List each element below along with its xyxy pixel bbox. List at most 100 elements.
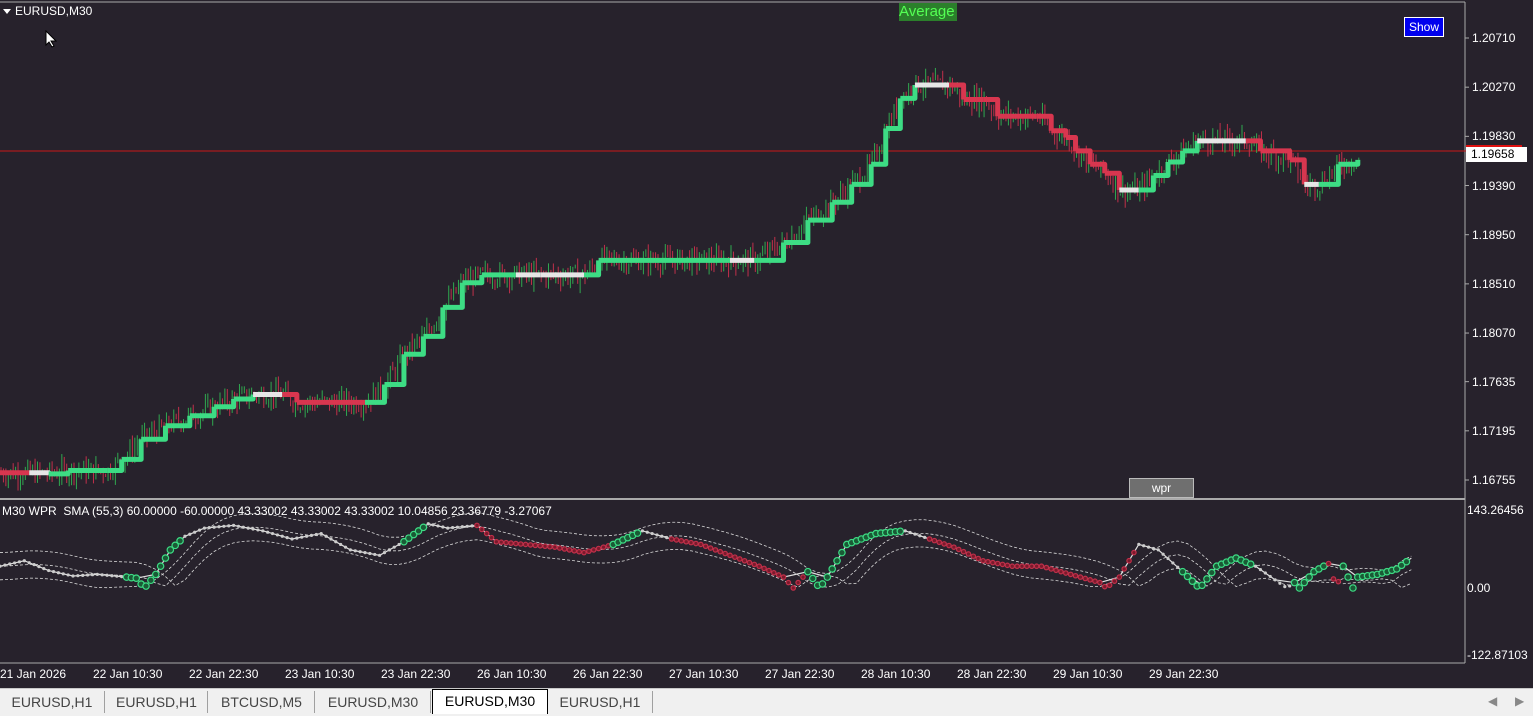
wpr-dot bbox=[436, 524, 440, 528]
wpr-dot bbox=[222, 524, 226, 528]
chart-tab[interactable]: EURUSD,H1 bbox=[106, 691, 208, 713]
wpr-dot bbox=[1300, 578, 1309, 587]
wpr-dot bbox=[470, 524, 474, 528]
wpr-dot bbox=[86, 573, 90, 577]
wpr-dot bbox=[818, 580, 827, 588]
wpr-dot bbox=[488, 534, 495, 541]
price-tick-label: 1.17635 bbox=[1472, 374, 1516, 389]
wpr-dot bbox=[833, 556, 841, 565]
indicator-title: M30 WPR SMA (55,3) 60.00000 -60.00000 43… bbox=[2, 504, 552, 518]
chart-tab[interactable]: BTCUSD,M5 bbox=[209, 691, 315, 713]
wpr-dot bbox=[1063, 570, 1069, 576]
wpr-dot bbox=[678, 538, 685, 544]
wpr-dot bbox=[319, 531, 323, 536]
chart-symbol-title[interactable]: EURUSD,M30 bbox=[3, 4, 92, 18]
wpr-dot bbox=[151, 570, 160, 579]
wpr-dot bbox=[431, 523, 435, 527]
indicator-axis-min: -122.87103 bbox=[1467, 648, 1528, 662]
wpr-dot bbox=[61, 572, 65, 576]
wpr-dot bbox=[586, 548, 592, 555]
wpr-dot bbox=[517, 541, 524, 547]
wpr-dot bbox=[47, 568, 51, 573]
wpr-dot bbox=[493, 538, 500, 545]
wpr-dot bbox=[378, 553, 382, 557]
wpr-dot bbox=[508, 540, 514, 546]
wpr-dot bbox=[571, 547, 578, 554]
time-tick-label: 29 Jan 22:30 bbox=[1149, 667, 1219, 681]
wpr-dot bbox=[161, 554, 170, 562]
wpr-dot bbox=[314, 532, 318, 537]
wpr-button[interactable]: wpr bbox=[1129, 478, 1194, 498]
time-tick-label: 21 Jan 2026 bbox=[0, 667, 67, 681]
wpr-dot bbox=[51, 570, 56, 574]
average-button[interactable]: Average bbox=[899, 3, 957, 21]
wpr-dot bbox=[363, 551, 367, 555]
wpr-dot bbox=[32, 563, 36, 567]
show-button[interactable]: Show bbox=[1404, 17, 1444, 37]
wpr-dot bbox=[1203, 575, 1211, 583]
wpr-dot bbox=[17, 560, 22, 564]
price-tick-label: 1.17195 bbox=[1472, 423, 1516, 438]
wpr-dot bbox=[241, 525, 245, 529]
wpr-dot bbox=[1077, 574, 1084, 580]
wpr-dot bbox=[1278, 581, 1282, 585]
wpr-dot bbox=[275, 533, 279, 537]
collapse-triangle-icon[interactable] bbox=[3, 8, 11, 14]
price-tick-label: 1.20270 bbox=[1472, 80, 1516, 95]
wpr-dot bbox=[285, 536, 289, 540]
wpr-dot bbox=[176, 537, 184, 545]
wpr-dot bbox=[156, 562, 165, 571]
chart-tab[interactable]: EURUSD,M30 bbox=[432, 689, 548, 714]
wpr-dot bbox=[358, 550, 362, 554]
wpr-dot bbox=[1161, 552, 1165, 556]
wpr-dot bbox=[1038, 563, 1045, 570]
wpr-dot bbox=[1058, 568, 1064, 575]
chart-tab[interactable]: EURUSD,H1 bbox=[548, 691, 653, 713]
wpr-dot bbox=[22, 559, 26, 563]
wpr-dot bbox=[1305, 573, 1313, 581]
wpr-dot bbox=[903, 529, 907, 533]
wpr-dot bbox=[989, 559, 996, 566]
indicator-axis-max: 143.26456 bbox=[1467, 503, 1524, 517]
scroll-left-icon[interactable]: ◀ bbox=[1488, 694, 1497, 708]
wpr-dot bbox=[736, 556, 743, 562]
wpr-dot bbox=[100, 573, 104, 577]
time-tick-label: 27 Jan 10:30 bbox=[669, 667, 739, 681]
price-chart[interactable] bbox=[0, 0, 1533, 688]
mouse-cursor-icon bbox=[45, 30, 57, 48]
wpr-dot bbox=[147, 576, 155, 585]
wpr-dot bbox=[751, 561, 758, 568]
current-price-label: 1.19658 bbox=[1466, 147, 1527, 162]
wpr-dot bbox=[780, 574, 787, 580]
wpr-dot bbox=[1330, 576, 1337, 582]
wpr-dot bbox=[1067, 571, 1074, 578]
wpr-dot bbox=[660, 534, 664, 538]
scroll-right-icon[interactable]: ▶ bbox=[1515, 694, 1524, 708]
indicator-axis-zero: 0.00 bbox=[1467, 581, 1491, 595]
wpr-dot bbox=[946, 542, 952, 549]
wpr-dot bbox=[808, 574, 817, 583]
wpr-dot bbox=[581, 549, 587, 556]
wpr-dot bbox=[90, 573, 95, 577]
wpr-dot bbox=[770, 569, 777, 576]
wpr-dot bbox=[1246, 560, 1255, 568]
wpr-dot bbox=[1335, 578, 1342, 585]
wpr-dot bbox=[1004, 562, 1011, 569]
wpr-dot bbox=[980, 557, 986, 564]
wpr-dot bbox=[838, 548, 846, 557]
wpr-dot bbox=[645, 530, 649, 534]
chart-tab[interactable]: EURUSD,M30 bbox=[316, 691, 431, 713]
time-tick-label: 22 Jan 10:30 bbox=[93, 667, 163, 681]
chart-tab[interactable]: EURUSD,H1 bbox=[0, 691, 105, 713]
wpr-dot bbox=[1325, 560, 1332, 567]
wpr-dot bbox=[197, 528, 202, 532]
wpr-dot bbox=[446, 526, 450, 530]
wpr-dot bbox=[368, 551, 372, 556]
wpr-dot bbox=[81, 573, 85, 577]
wpr-dot bbox=[324, 534, 328, 538]
wpr-envelope-line bbox=[0, 512, 1412, 589]
wpr-dot bbox=[13, 561, 17, 565]
trend-segment bbox=[29, 470, 52, 476]
wpr-dot bbox=[397, 542, 401, 547]
wpr-dot bbox=[600, 544, 607, 550]
